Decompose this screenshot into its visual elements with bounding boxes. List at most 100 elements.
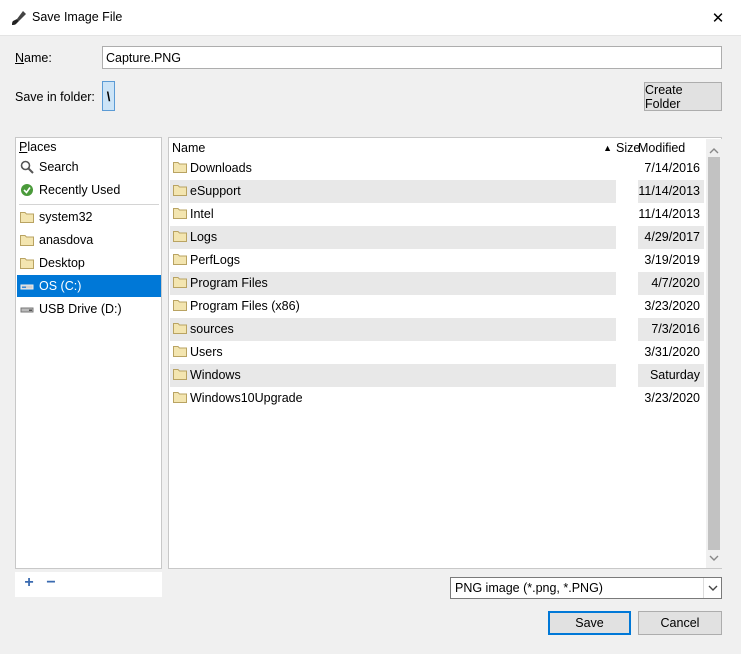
minus-icon: − <box>46 574 56 591</box>
plus-icon: + <box>24 574 34 591</box>
file-name: PerfLogs <box>190 253 241 267</box>
close-button[interactable]: ✕ <box>695 0 741 36</box>
table-row[interactable]: Windows Saturday <box>170 364 704 387</box>
folder-icon <box>173 230 187 244</box>
table-row[interactable]: PerfLogs 3/19/2019 <box>170 249 704 272</box>
place-item-search[interactable]: Search <box>17 156 161 178</box>
close-icon: ✕ <box>711 10 725 27</box>
folder-icon <box>173 207 187 221</box>
file-modified: 11/14/2013 <box>638 207 700 221</box>
file-name: Downloads <box>190 161 252 175</box>
table-row[interactable]: Users 3/31/2020 <box>170 341 704 364</box>
table-row[interactable]: Program Files (x86) 3/23/2020 <box>170 295 704 318</box>
folder-icon <box>173 276 187 290</box>
folder-icon <box>19 209 35 225</box>
path-segment-button[interactable]: \ <box>102 81 115 111</box>
column-header-label: Modified <box>638 141 686 155</box>
file-modified: 11/14/2013 <box>638 184 700 198</box>
places-header: Places <box>19 140 57 154</box>
remove-place-button[interactable]: − <box>44 574 58 592</box>
vertical-scrollbar[interactable] <box>706 139 722 568</box>
sort-ascending-icon: ▲ <box>603 143 612 153</box>
places-separator <box>19 204 159 205</box>
table-row[interactable]: eSupport 11/14/2013 <box>170 180 704 203</box>
file-modified: 3/23/2020 <box>644 391 700 405</box>
file-name: Logs <box>190 230 218 244</box>
file-modified: 3/31/2020 <box>644 345 700 359</box>
table-row[interactable]: Logs 4/29/2017 <box>170 226 704 249</box>
file-modified: 7/14/2016 <box>644 161 700 175</box>
table-row[interactable]: Program Files 4/7/2020 <box>170 272 704 295</box>
save-in-folder-label: Save in folder: <box>15 90 95 104</box>
place-item-label: OS (C:) <box>39 279 82 293</box>
file-modified: 7/3/2016 <box>651 322 700 336</box>
folder-icon <box>19 232 35 248</box>
scroll-down-icon[interactable] <box>709 550 719 564</box>
folder-icon <box>173 345 187 359</box>
file-type-selected: PNG image (*.png, *.PNG) <box>455 581 603 595</box>
chevron-down-icon[interactable] <box>703 578 721 598</box>
create-folder-button[interactable]: Create Folder <box>644 82 722 111</box>
search-icon <box>19 159 35 175</box>
folder-icon <box>173 322 187 336</box>
row-background <box>170 226 616 249</box>
table-row[interactable]: Intel 11/14/2013 <box>170 203 704 226</box>
file-list: Name ▲ Size Modified Downloads 7/14/2016 e… <box>168 137 722 569</box>
place-item-system32[interactable]: system32 <box>17 206 161 228</box>
place-item-label: system32 <box>39 210 93 224</box>
file-name: Program Files (x86) <box>190 299 300 313</box>
file-modified: Saturday <box>649 368 700 382</box>
file-modified: 3/23/2020 <box>644 299 700 313</box>
place-item-label: Recently Used <box>39 183 121 197</box>
place-item-desktop[interactable]: Desktop <box>17 252 161 274</box>
place-item-recently-used[interactable]: Recently Used <box>17 179 161 201</box>
places-footer: + − <box>15 572 162 597</box>
place-item-anasdova[interactable]: anasdova <box>17 229 161 251</box>
folder-icon <box>173 184 187 198</box>
file-name: sources <box>190 322 234 336</box>
folder-icon <box>173 161 187 175</box>
row-background <box>170 318 616 341</box>
recent-icon <box>19 182 35 198</box>
file-name: eSupport <box>190 184 241 198</box>
folder-icon <box>173 368 187 382</box>
folder-icon <box>173 299 187 313</box>
file-modified: 3/19/2019 <box>644 253 700 267</box>
file-name: Intel <box>190 207 214 221</box>
places-panel: Places Search Recently Used system32 ana… <box>15 137 162 569</box>
add-place-button[interactable]: + <box>22 574 36 592</box>
place-item-os-c[interactable]: OS (C:) <box>17 275 161 297</box>
column-header-label: Name <box>172 141 206 155</box>
row-background <box>170 203 616 226</box>
file-name: Users <box>190 345 223 359</box>
usb-drive-icon <box>19 301 35 317</box>
table-row[interactable]: Windows10Upgrade 3/23/2020 <box>170 387 704 410</box>
file-name: Windows10Upgrade <box>190 391 303 405</box>
column-header-name[interactable]: Name ▲ <box>172 139 612 157</box>
row-background <box>170 341 616 364</box>
save-button[interactable]: Save <box>548 611 631 635</box>
column-header-modified[interactable]: Modified <box>638 139 704 157</box>
file-name: Windows <box>190 368 241 382</box>
filename-input[interactable] <box>102 46 722 69</box>
file-type-filter[interactable]: PNG image (*.png, *.PNG) <box>450 577 722 599</box>
place-item-label: anasdova <box>39 233 94 247</box>
folder-icon <box>173 253 187 267</box>
column-header-size[interactable]: Size <box>616 139 641 157</box>
title-bar: Save Image File ✕ <box>0 0 741 36</box>
window-title: Save Image File <box>32 10 123 24</box>
file-name: Program Files <box>190 276 268 290</box>
file-modified: 4/29/2017 <box>644 230 700 244</box>
place-item-label: Desktop <box>39 256 85 270</box>
column-header-label: Size <box>616 141 641 155</box>
name-label: Name: <box>15 51 52 65</box>
place-item-usb-drive-d[interactable]: USB Drive (D:) <box>17 298 161 320</box>
table-row[interactable]: sources 7/3/2016 <box>170 318 704 341</box>
scroll-up-icon[interactable] <box>709 143 719 157</box>
place-item-label: USB Drive (D:) <box>39 302 122 316</box>
paintbrush-icon <box>10 9 28 27</box>
scrollbar-thumb[interactable] <box>708 157 720 550</box>
cancel-button[interactable]: Cancel <box>638 611 722 635</box>
table-row[interactable]: Downloads 7/14/2016 <box>170 157 704 180</box>
place-item-label: Search <box>39 160 79 174</box>
